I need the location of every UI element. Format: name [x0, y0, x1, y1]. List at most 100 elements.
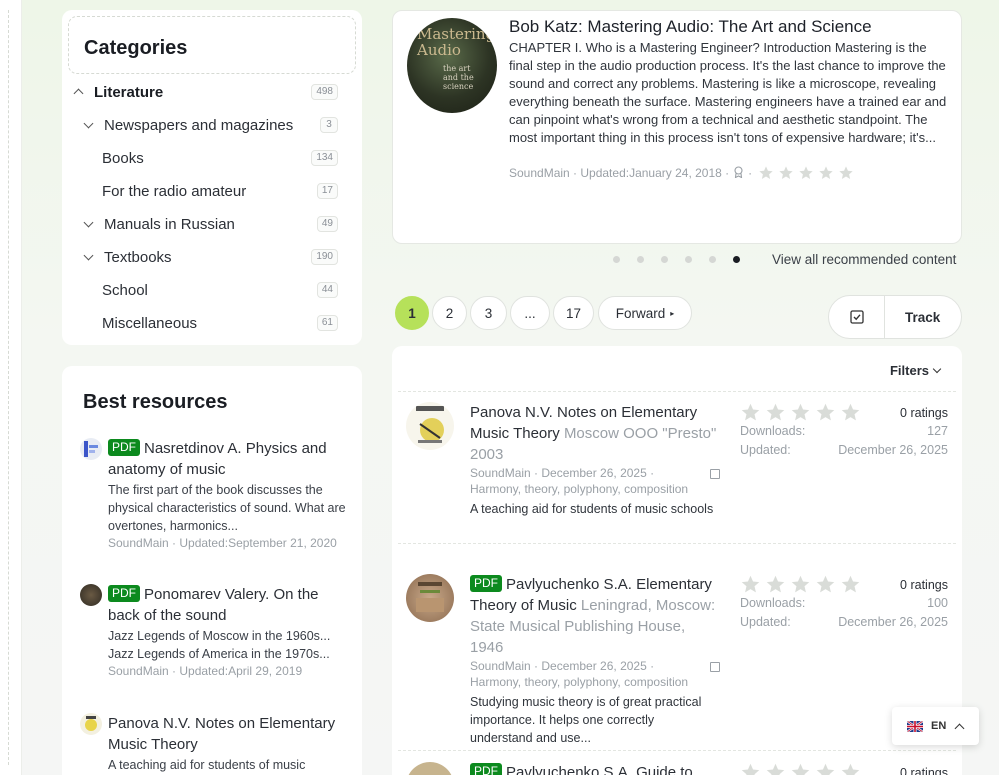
- category-radio-amateur[interactable]: For the radio amateur 17: [102, 180, 350, 202]
- carousel-dot[interactable]: [661, 256, 668, 263]
- filters-button[interactable]: Filters: [890, 363, 940, 378]
- carousel-dot[interactable]: [709, 256, 716, 263]
- updated-label: Updated:: [740, 443, 791, 457]
- category-label[interactable]: Textbooks: [104, 249, 172, 266]
- resource-tags[interactable]: Harmony, theory, polyphony, composition: [470, 674, 720, 690]
- best-resource-item[interactable]: Panova N.V. Notes on Elementary Music Th…: [80, 713, 352, 774]
- featured-rating-stars[interactable]: [754, 165, 854, 181]
- resource-meta: SoundMain · December 26, 2025 ·: [470, 465, 720, 481]
- star-icon[interactable]: [815, 402, 836, 423]
- category-label[interactable]: Literature: [94, 84, 163, 101]
- downloads-label: Downloads:: [740, 596, 806, 610]
- list-item[interactable]: PDF Pavlyuchenko S.A. Elementary Theory o…: [398, 574, 956, 745]
- pdf-badge: PDF: [108, 439, 140, 456]
- page-button-17[interactable]: 17: [553, 296, 594, 330]
- page-button-2[interactable]: 2: [432, 296, 467, 330]
- chevron-up-icon[interactable]: [954, 723, 965, 733]
- resource-title[interactable]: Pavlyuchenko S.A. Guide to: [506, 764, 693, 775]
- best-resource-item[interactable]: PDF Nasretdinov A. Physics and anatomy of…: [80, 438, 352, 551]
- star-icon[interactable]: [765, 574, 786, 595]
- category-newspapers[interactable]: Newspapers and magazines 3: [84, 114, 350, 136]
- category-count: 44: [316, 282, 338, 298]
- star-icon[interactable]: [790, 402, 811, 423]
- chevron-down-icon[interactable]: [84, 219, 94, 229]
- star-icon[interactable]: [758, 165, 774, 181]
- carousel-dots[interactable]: [613, 256, 757, 263]
- category-literature[interactable]: Literature 498: [74, 81, 350, 103]
- bookmark-icon[interactable]: [710, 469, 720, 479]
- list-item[interactable]: PDF Pavlyuchenko S.A. Guide to 0 ratings: [398, 762, 956, 775]
- forward-label[interactable]: Forward: [616, 306, 666, 321]
- downloads-value: 127: [927, 424, 948, 438]
- star-icon[interactable]: [740, 574, 761, 595]
- carousel-dot[interactable]: [685, 256, 692, 263]
- resource-title[interactable]: Panova N.V. Notes on Elementary Music Th…: [108, 715, 335, 753]
- star-icon[interactable]: [778, 165, 794, 181]
- star-icon[interactable]: [765, 402, 786, 423]
- category-manuals[interactable]: Manuals in Russian 49: [84, 213, 350, 235]
- track-label[interactable]: Track: [905, 310, 940, 325]
- checkbox-icon[interactable]: [829, 296, 885, 338]
- star-icon[interactable]: [840, 402, 861, 423]
- rating-stars[interactable]: [740, 402, 865, 423]
- rating-stars[interactable]: [740, 762, 865, 775]
- category-label[interactable]: Miscellaneous: [102, 315, 197, 332]
- rating-stars[interactable]: [740, 574, 865, 595]
- star-icon[interactable]: [818, 165, 834, 181]
- category-school[interactable]: School 44: [102, 279, 350, 301]
- star-icon[interactable]: [838, 165, 854, 181]
- page-button-3[interactable]: 3: [470, 296, 507, 330]
- chevron-up-icon[interactable]: [74, 87, 84, 97]
- resource-tags[interactable]: Harmony, theory, polyphony, composition: [470, 481, 720, 497]
- list-item[interactable]: Panova N.V. Notes on Elementary Music Th…: [398, 402, 956, 542]
- featured-resource-card[interactable]: Mastering Audio the art and the science …: [392, 10, 962, 244]
- category-label[interactable]: School: [102, 282, 148, 299]
- star-icon[interactable]: [798, 165, 814, 181]
- carousel-dot[interactable]: [613, 256, 620, 263]
- star-icon[interactable]: [790, 762, 811, 775]
- category-miscellaneous[interactable]: Miscellaneous 61: [102, 312, 350, 334]
- resource-list: Filters Panova N.V. Notes on Elementary …: [392, 346, 962, 775]
- star-icon[interactable]: [740, 402, 761, 423]
- divider: [398, 543, 956, 544]
- best-resource-item[interactable]: PDF Ponomarev Valery. On the back of the …: [80, 584, 352, 679]
- star-icon[interactable]: [815, 574, 836, 595]
- category-books[interactable]: Books 134: [102, 147, 350, 169]
- track-button[interactable]: Track: [828, 295, 962, 339]
- page-button-1[interactable]: 1: [395, 296, 429, 330]
- uk-flag-icon: [907, 720, 923, 732]
- star-icon[interactable]: [840, 574, 861, 595]
- category-label[interactable]: Newspapers and magazines: [104, 117, 293, 134]
- star-icon[interactable]: [790, 574, 811, 595]
- ratings-count: 0 ratings: [900, 578, 948, 592]
- page-ellipsis-button[interactable]: ...: [510, 296, 550, 330]
- bookmark-icon[interactable]: [710, 662, 720, 672]
- resource-thumbnail[interactable]: [406, 762, 454, 775]
- chevron-down-icon[interactable]: [84, 252, 94, 262]
- featured-thumbnail[interactable]: Mastering Audio the art and the science: [407, 18, 497, 113]
- award-icon: [733, 165, 744, 181]
- category-count: 190: [311, 249, 338, 265]
- resource-description: Studying music theory is of great practi…: [470, 695, 702, 745]
- view-all-recommended-link[interactable]: View all recommended content: [772, 252, 956, 267]
- star-icon[interactable]: [840, 762, 861, 775]
- resource-thumbnail[interactable]: [406, 402, 454, 450]
- star-icon[interactable]: [815, 762, 836, 775]
- resource-title[interactable]: Nasretdinov A. Physics and anatomy of mu…: [108, 440, 327, 478]
- category-label[interactable]: For the radio amateur: [102, 183, 246, 200]
- resource-thumbnail[interactable]: [406, 574, 454, 622]
- divider: [398, 391, 956, 392]
- carousel-dot[interactable]: [733, 256, 740, 263]
- featured-title[interactable]: Bob Katz: Mastering Audio: The Art and S…: [509, 17, 872, 37]
- forward-button[interactable]: Forward ▸: [598, 296, 692, 330]
- pdf-badge: PDF: [470, 575, 502, 592]
- star-icon[interactable]: [740, 762, 761, 775]
- language-code[interactable]: EN: [931, 720, 946, 732]
- chevron-down-icon[interactable]: [84, 120, 94, 130]
- category-label[interactable]: Manuals in Russian: [104, 216, 235, 233]
- language-selector[interactable]: EN: [892, 707, 979, 745]
- carousel-dot[interactable]: [637, 256, 644, 263]
- category-label[interactable]: Books: [102, 150, 144, 167]
- category-textbooks[interactable]: Textbooks 190: [84, 246, 350, 268]
- star-icon[interactable]: [765, 762, 786, 775]
